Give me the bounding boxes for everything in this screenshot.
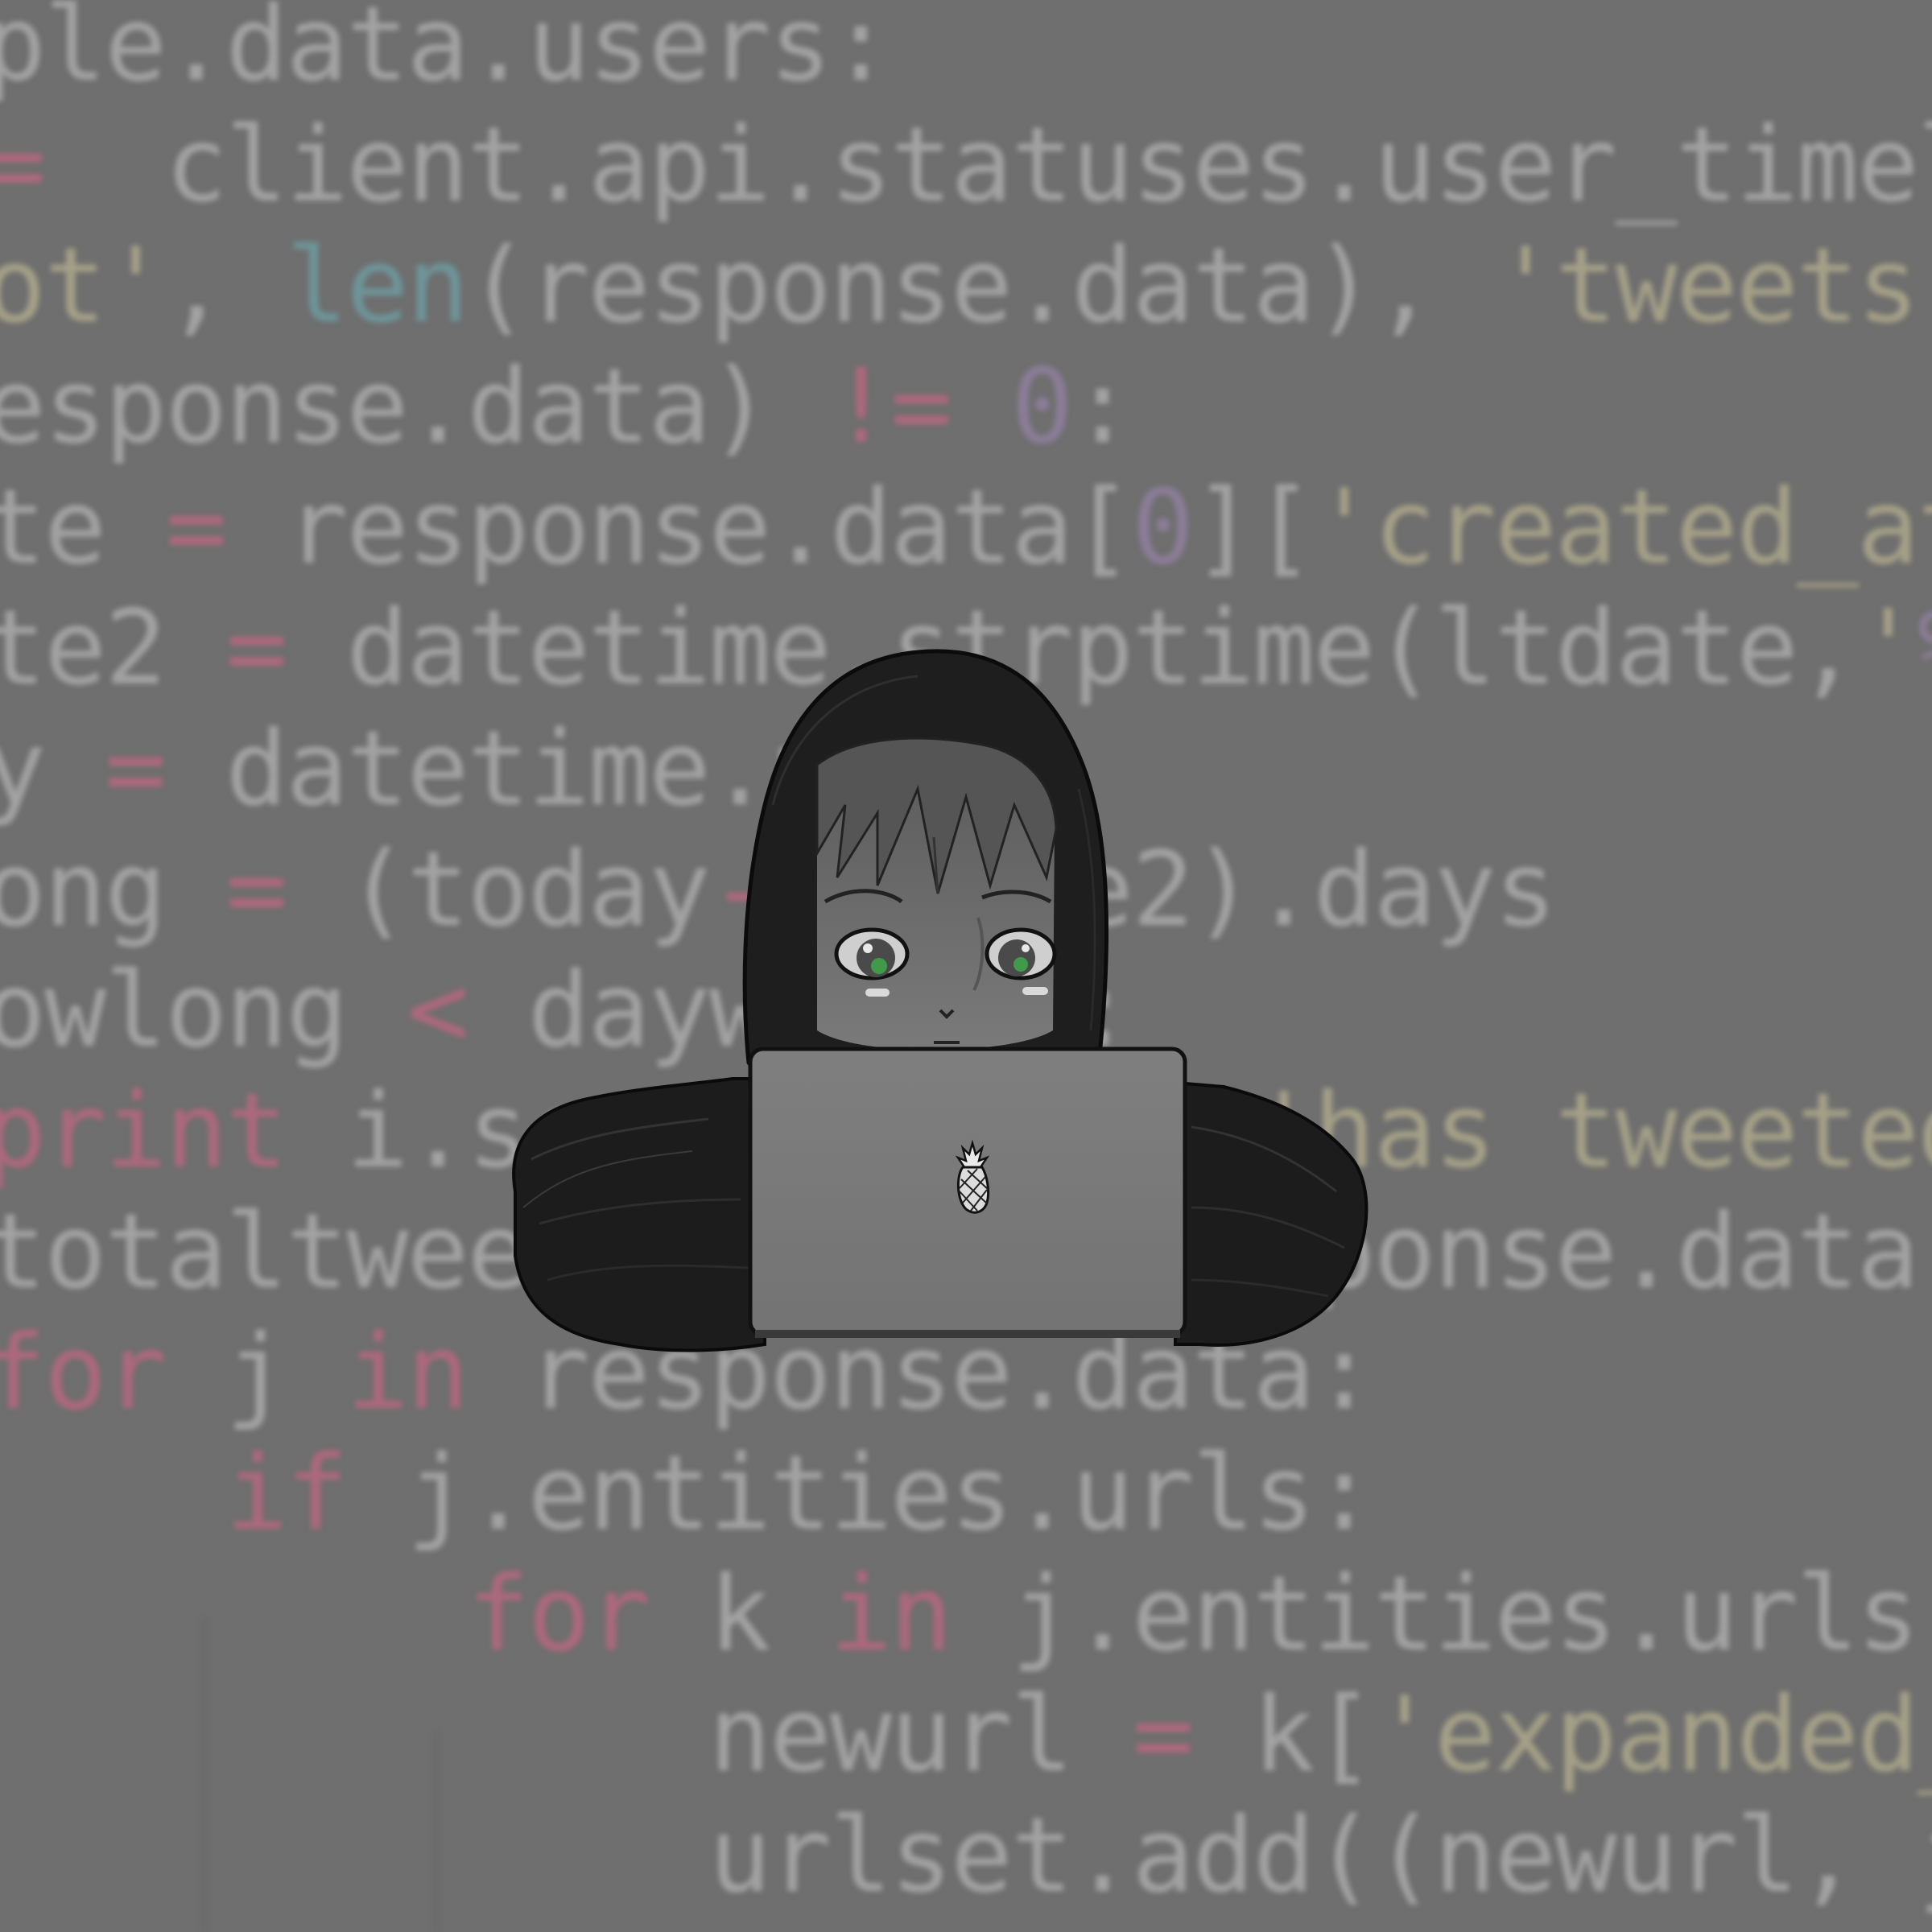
code-token: esponse.data) (0, 347, 830, 467)
code-line: urlset.add((newurl, j. (0, 1805, 1932, 1908)
code-token: urlset.add((newurl, j. (0, 1796, 1932, 1916)
code-line: ot', len(response.data), 'tweets fr (0, 235, 1932, 338)
code-token: j.entities.urls: (346, 1434, 1375, 1554)
code-token: = (1132, 1675, 1194, 1795)
code-token: ple.data.users: (0, 0, 892, 105)
code-token: client.api.statuses.user_timelin (105, 105, 1932, 225)
code-token: 'created_at' (1313, 468, 1932, 588)
hacker-figure-drawing (512, 649, 1368, 1352)
code-token: = (0, 105, 46, 225)
code-token: %a (1918, 588, 1932, 708)
code-token: < (407, 951, 469, 1071)
face (815, 737, 1058, 1051)
code-line: ple.data.users: (0, 0, 892, 97)
code-token: = (165, 468, 227, 588)
hooded-hacker-illustration (499, 644, 1385, 1368)
code-token: j (165, 1313, 347, 1433)
code-token: k (648, 1554, 830, 1674)
code-token: in (829, 1554, 952, 1674)
code-token: 0 (1132, 468, 1194, 588)
code-line: te = response.data[0]['created_at'] (0, 477, 1932, 580)
right-arm (1174, 1080, 1368, 1347)
code-token: ][ (1192, 468, 1315, 588)
code-token: 'tweets fr (1494, 226, 1919, 346)
code-line: = client.api.statuses.user_timelin (0, 114, 1932, 217)
code-token: = (225, 588, 287, 708)
code-token: for (467, 1554, 650, 1674)
code-token: owlong (0, 951, 407, 1071)
code-token: j.entities.urls: (951, 1554, 1932, 1674)
code-token: != (829, 347, 952, 467)
code-token: = (105, 709, 167, 829)
code-token: (response.data), (467, 226, 1495, 346)
code-token: for (0, 1313, 167, 1433)
left-arm (512, 1077, 766, 1352)
code-token: 0 (1011, 347, 1073, 467)
artwork-canvas: ple.data.users: = client.api.statuses.use… (0, 0, 1932, 1932)
code-token: in (346, 1313, 469, 1433)
code-token: : (1071, 347, 1133, 467)
code-token: ' (1856, 588, 1919, 708)
code-token: te2 (0, 588, 226, 708)
code-token: k[ (1192, 1675, 1375, 1795)
code-line: if j.entities.urls: (0, 1443, 1375, 1546)
laptop (748, 1046, 1187, 1338)
code-token: newurl (0, 1675, 1133, 1795)
code-token: 'expanded_u (1373, 1675, 1932, 1795)
code-line: for k in j.entities.urls: (0, 1563, 1932, 1666)
code-token: ong (0, 830, 226, 950)
code-line: newurl = k['expanded_u (0, 1684, 1932, 1787)
code-token: print (0, 1071, 287, 1191)
code-token: response.data[ (225, 468, 1133, 588)
code-token: y (0, 709, 46, 829)
code-token: , (165, 226, 287, 346)
code-token: ot' (0, 226, 167, 346)
code-token: = (225, 830, 287, 950)
code-token: len (286, 226, 469, 346)
code-line: esponse.data) != 0: (0, 356, 1133, 459)
code-token: if (225, 1434, 348, 1554)
code-token: te (0, 468, 166, 588)
